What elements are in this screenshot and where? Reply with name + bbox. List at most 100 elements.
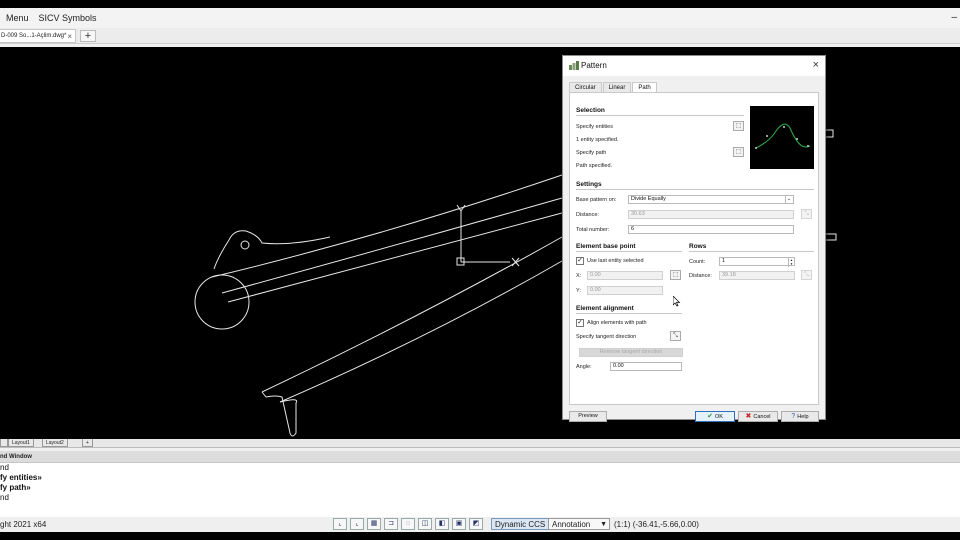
rows-heading: Rows [689, 243, 707, 250]
pick-tangent-icon[interactable]: ⤡ [670, 331, 681, 341]
base-pattern-select[interactable]: Divide Equally ⌄ [628, 195, 794, 204]
entities-status: 1 entity specified. [576, 137, 619, 143]
base-pattern-label: Base pattern on: [576, 197, 617, 203]
lower-arm-hook [261, 391, 298, 437]
remove-tangent-button[interactable]: Remove tangent direction [579, 348, 683, 357]
document-tab-label: D-009 So...1-Açlim.dwg* [1, 33, 67, 39]
dialog-tabs: Circular Linear Path [569, 82, 658, 93]
ortho-icon[interactable]: ⊐ [384, 518, 398, 530]
select-entities-icon[interactable]: ⬚ [733, 121, 744, 131]
ok-label: OK [714, 414, 723, 420]
specify-path-label: Specify path [576, 150, 607, 156]
angle-field[interactable]: 0.00 [610, 362, 682, 371]
rows-count-value: 1 [722, 258, 726, 264]
right-bracket-1 [826, 129, 834, 138]
lineweight-icon[interactable]: ▣ [452, 518, 466, 530]
rows-distance-field[interactable]: 39.18 [719, 271, 795, 280]
scale-text: (1:1) [614, 520, 631, 529]
settings-heading: Settings [576, 181, 602, 188]
grid-icon[interactable]: ▦ [367, 518, 381, 530]
tips-icon[interactable]: ◩ [469, 518, 483, 530]
rows-distance-label: Distance: [689, 273, 712, 279]
distance-label: Distance: [576, 212, 599, 218]
path-preview-image [750, 106, 814, 169]
alignment-divider [576, 313, 682, 314]
command-window-title: nd Window [0, 451, 960, 463]
cancel-label: Cancel [753, 414, 771, 420]
status-toggle-group: ⌞ ⌞ ▦ ⊐ ◌ ◫ ◧ ▣ ◩ [333, 518, 486, 530]
checkmark-icon: ✔ [707, 413, 713, 420]
coordinates-text: (-36.41,-5.66,0.00) [632, 520, 699, 529]
tab-linear[interactable]: Linear [602, 82, 632, 92]
settings-divider [576, 189, 814, 190]
menu-bar: Menu SICV Symbols – [0, 8, 960, 28]
rows-count-field[interactable]: 1 ▲ ▼ [719, 257, 795, 267]
angle-label: Angle: [576, 364, 592, 370]
command-line: fy path» [0, 483, 31, 492]
pick-distance-icon[interactable]: ⤡ [801, 209, 812, 219]
help-button[interactable]: ? Help [781, 411, 819, 422]
path-tab-panel: Selection Specify entities ⬚ 1 entity sp… [569, 92, 819, 405]
right-bracket-2 [826, 233, 837, 241]
select-path-icon[interactable]: ⬚ [733, 147, 744, 157]
dialog-title-bar[interactable]: Pattern × [563, 56, 825, 76]
y-label: Y: [576, 288, 581, 294]
minimize-icon[interactable]: – [951, 12, 957, 23]
base-point-x-field[interactable]: 0.00 [587, 271, 663, 280]
esnap-icon[interactable]: ◫ [418, 518, 432, 530]
specify-entities-label: Specify entities [576, 124, 613, 130]
tab-circular[interactable]: Circular [569, 82, 602, 92]
pick-base-point-icon[interactable]: ⬚ [670, 270, 681, 280]
rows-divider [689, 251, 814, 252]
model-tab[interactable] [0, 439, 8, 447]
base-point-divider [576, 251, 682, 252]
command-line: fy entities» [0, 473, 42, 482]
etrack-icon[interactable]: ◧ [435, 518, 449, 530]
total-number-label: Total number: [576, 227, 610, 233]
layout-tab-2[interactable]: Layout2 [42, 439, 68, 447]
lever-pivot-hole [240, 240, 250, 250]
status-bar: ght 2021 x64 ⌞ ⌞ ▦ ⊐ ◌ ◫ ◧ ▣ ◩ Dynamic C… [0, 517, 960, 532]
annotation-scale-select[interactable]: Annotation ▼ [548, 518, 610, 530]
ok-button[interactable]: ✔ OK [695, 411, 735, 422]
spin-arrows-icon[interactable]: ▲ ▼ [788, 258, 794, 267]
chevron-down-icon: ⌄ [785, 196, 792, 203]
path-curve-2 [221, 197, 563, 294]
command-window[interactable]: nd fy entities» fy path» nd [0, 463, 960, 517]
dynamic-ccs-button[interactable]: Dynamic CCS [491, 518, 550, 530]
distance-field[interactable]: 30.63 [628, 210, 794, 219]
cancel-button[interactable]: ✖ Cancel [738, 411, 778, 422]
lever-outer-edge [228, 230, 331, 245]
cancel-x-icon: ✖ [745, 413, 752, 420]
pick-row-distance-icon[interactable]: ⤡ [801, 270, 812, 280]
total-number-field[interactable]: 6 [628, 225, 794, 234]
document-tab[interactable]: D-009 So...1-Açlim.dwg* × [0, 29, 76, 43]
menu-item-sicv-symbols[interactable]: SICV Symbols [39, 13, 97, 23]
help-icon: ? [791, 413, 796, 420]
align-elements-checkbox[interactable]: ✓ [576, 319, 584, 327]
path-status: Path specified. [576, 163, 613, 169]
close-tab-icon[interactable]: × [67, 30, 72, 43]
ucs-y-label [456, 204, 466, 215]
document-tab-bar: D-009 So...1-Açlim.dwg* × + [0, 28, 960, 44]
use-last-entity-checkbox[interactable]: ✓ [576, 257, 584, 265]
layout-tab-1[interactable]: Layout1 [8, 439, 34, 447]
grid-snap-icon[interactable]: ⌞ [350, 518, 364, 530]
element-base-point-heading: Element base point [576, 243, 636, 250]
close-icon[interactable]: × [813, 59, 819, 71]
selection-heading: Selection [576, 107, 605, 114]
preview-button[interactable]: Preview [569, 411, 607, 422]
command-line: nd [0, 463, 9, 472]
lower-arm-lower-edge [279, 260, 563, 403]
application-window: Menu SICV Symbols – D-009 So...1-Açlim.d… [0, 8, 960, 532]
command-line: nd [0, 493, 9, 502]
layout-tab-bar: Layout1 Layout2 + [0, 439, 960, 448]
new-tab-button[interactable]: + [80, 30, 96, 42]
add-layout-button[interactable]: + [82, 439, 93, 447]
polar-icon[interactable]: ◌ [401, 518, 415, 530]
menu-item-menu[interactable]: Menu [6, 13, 29, 23]
base-point-y-field[interactable]: 0.00 [587, 286, 663, 295]
base-pattern-value: Divide Equally [631, 196, 666, 202]
snap-icon[interactable]: ⌞ [333, 518, 347, 530]
chevron-down-icon: ▼ [600, 521, 607, 528]
